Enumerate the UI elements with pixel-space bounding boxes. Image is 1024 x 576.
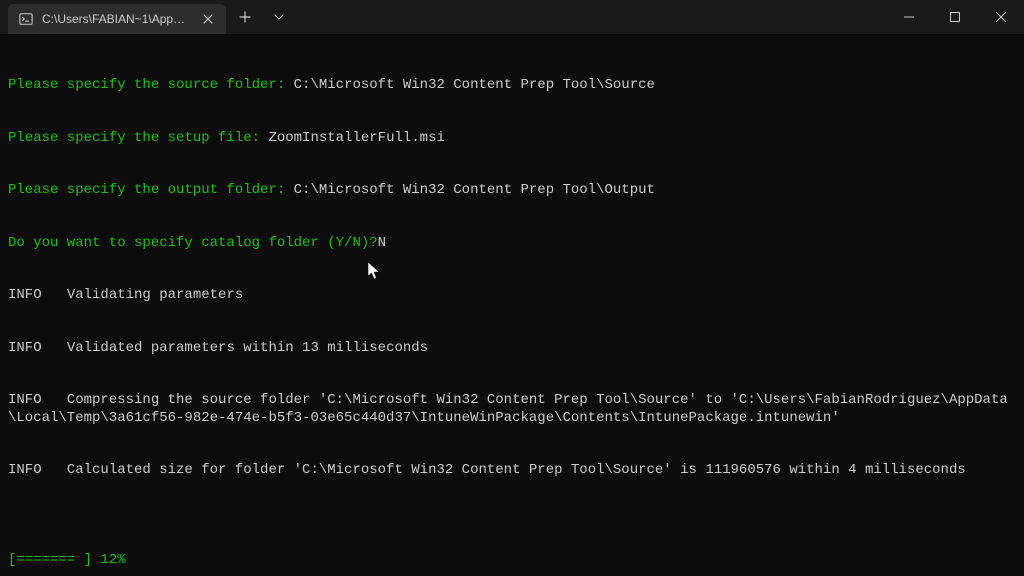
- minimize-button[interactable]: [886, 0, 932, 34]
- maximize-button[interactable]: [932, 0, 978, 34]
- tab-active[interactable]: C:\Users\FABIAN~1\AppData\: [8, 4, 226, 34]
- window-controls: [886, 0, 1024, 34]
- tab-dropdown-button[interactable]: [264, 2, 294, 32]
- terminal-line: INFO Validating parameters: [8, 287, 1016, 305]
- info-text: Compressing the source folder 'C:\Micros…: [8, 392, 1008, 426]
- tabs-area: C:\Users\FABIAN~1\AppData\: [8, 0, 294, 34]
- info-text: Validated parameters within 13 milliseco…: [67, 340, 428, 356]
- new-tab-button[interactable]: [230, 2, 260, 32]
- answer-text: ZoomInstallerFull.msi: [268, 130, 444, 146]
- terminal-line: Please specify the output folder: C:\Mic…: [8, 182, 1016, 200]
- terminal-line: Please specify the source folder: C:\Mic…: [8, 77, 1016, 95]
- answer-text: N: [378, 235, 386, 251]
- info-label: INFO: [8, 340, 67, 356]
- progress-bar-graphic: [======= ]: [8, 552, 100, 568]
- tab-close-button[interactable]: [200, 11, 216, 27]
- answer-text: C:\Microsoft Win32 Content Prep Tool\Sou…: [294, 77, 655, 93]
- info-label: INFO: [8, 462, 67, 478]
- terminal-line: Please specify the setup file: ZoomInsta…: [8, 130, 1016, 148]
- titlebar: C:\Users\FABIAN~1\AppData\: [0, 0, 1024, 34]
- tab-title: C:\Users\FABIAN~1\AppData\: [42, 12, 192, 26]
- info-text: Validating parameters: [67, 287, 243, 303]
- terminal-line: INFO Validated parameters within 13 mill…: [8, 340, 1016, 358]
- terminal-line: INFO Calculated size for folder 'C:\Micr…: [8, 462, 1016, 480]
- close-button[interactable]: [978, 0, 1024, 34]
- prompt-text: Please specify the source folder:: [8, 77, 294, 93]
- answer-text: C:\Microsoft Win32 Content Prep Tool\Out…: [294, 182, 655, 198]
- info-label: INFO: [8, 287, 67, 303]
- terminal-output[interactable]: Please specify the source folder: C:\Mic…: [0, 34, 1024, 505]
- info-text: Calculated size for folder 'C:\Microsoft…: [67, 462, 966, 478]
- progress-bar: [======= ] 12%: [8, 552, 126, 568]
- terminal-icon: [18, 11, 34, 27]
- info-label: INFO: [8, 392, 67, 408]
- progress-percent: 12%: [100, 552, 125, 568]
- prompt-text: Do you want to specify catalog folder (Y…: [8, 235, 378, 251]
- terminal-line: Do you want to specify catalog folder (Y…: [8, 235, 1016, 253]
- prompt-text: Please specify the output folder:: [8, 182, 294, 198]
- prompt-text: Please specify the setup file:: [8, 130, 268, 146]
- terminal-line: INFO Compressing the source folder 'C:\M…: [8, 392, 1016, 427]
